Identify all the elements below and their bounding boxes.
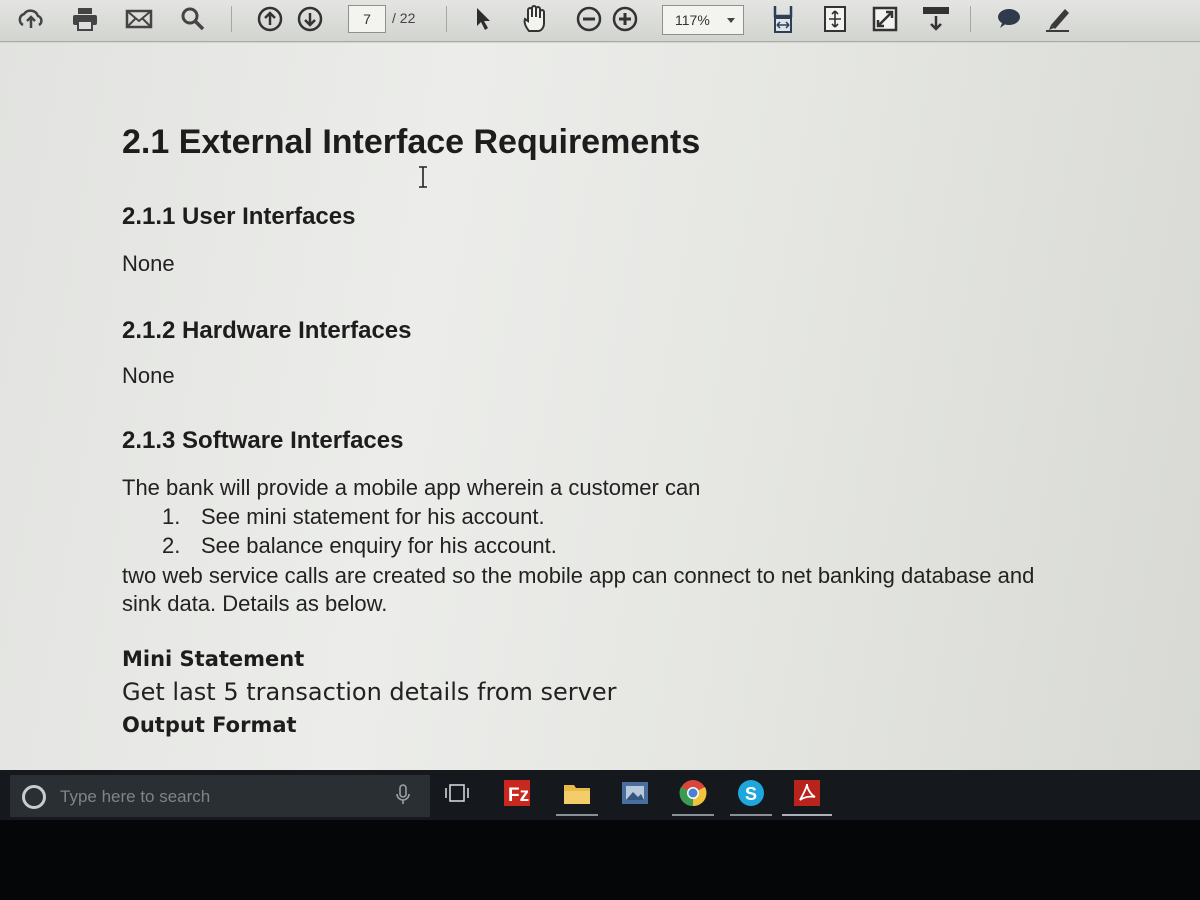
subsection-body-hardware-interfaces: None [122, 363, 175, 388]
output-format-title: Output Format [122, 713, 297, 737]
toolbar-separator [231, 6, 232, 32]
svg-text:S: S [745, 784, 757, 804]
active-app-indicator [730, 814, 772, 816]
cloud-upload-icon[interactable] [14, 4, 48, 34]
active-app-indicator [556, 814, 598, 816]
paragraph-line: sink data. Details as below. [122, 591, 388, 616]
section-heading: 2.1 External Interface Requirements [122, 123, 701, 161]
page-up-icon[interactable] [253, 4, 287, 34]
subsection-body-user-interfaces: None [122, 251, 175, 276]
fit-page-icon[interactable] [818, 4, 852, 34]
paragraph-line: two web service calls are created so the… [122, 563, 1035, 588]
zoom-value: 117% [675, 12, 710, 28]
fullscreen-icon[interactable] [868, 4, 902, 34]
subsection-title-software-interfaces: 2.1.3 Software Interfaces [122, 427, 404, 454]
select-arrow-icon[interactable] [466, 4, 500, 34]
document-page: 2.1 External Interface Requirements 2.1.… [0, 43, 1200, 770]
toolbar-separator [970, 6, 971, 32]
subsection-title-hardware-interfaces: 2.1.2 Hardware Interfaces [122, 317, 412, 344]
software-intro-text: The bank will provide a mobile app where… [122, 475, 701, 500]
search-placeholder: Type here to search [60, 787, 211, 806]
active-app-indicator [672, 814, 714, 816]
skype-icon[interactable]: S [736, 778, 766, 808]
active-app-indicator [782, 814, 832, 816]
print-icon[interactable] [68, 4, 102, 34]
page-total-label: / 22 [392, 10, 416, 26]
hand-icon[interactable] [518, 4, 552, 34]
taskbar-search-box[interactable]: Type here to search [10, 775, 430, 817]
text-cursor-icon [417, 166, 429, 193]
list-item-number: 2. [162, 533, 181, 558]
list-item-number: 1. [162, 504, 181, 529]
pdf-toolbar: 7 / 22 117% [0, 0, 1200, 42]
zoom-out-icon[interactable] [572, 4, 606, 34]
photos-icon[interactable] [620, 778, 650, 808]
acrobat-icon[interactable] [792, 778, 822, 808]
chrome-icon[interactable] [678, 778, 708, 808]
page-number-input[interactable]: 7 [348, 5, 386, 33]
mini-statement-body: Get last 5 transaction details from serv… [122, 678, 617, 706]
fit-width-icon[interactable] [766, 4, 800, 34]
page-number-value: 7 [363, 11, 371, 27]
sign-icon[interactable] [1040, 4, 1076, 34]
page-down-icon[interactable] [293, 4, 327, 34]
comment-icon[interactable] [990, 4, 1026, 34]
subsection-title-user-interfaces: 2.1.1 User Interfaces [122, 203, 356, 230]
cortana-icon [22, 785, 46, 809]
svg-text:Fz: Fz [508, 785, 529, 806]
list-item-text: See balance enquiry for his account. [201, 533, 557, 558]
mini-statement-title: Mini Statement [122, 647, 305, 671]
search-icon[interactable] [176, 4, 210, 34]
windows-taskbar: Type here to search Fz S [0, 770, 1200, 820]
task-view-icon[interactable] [442, 778, 472, 808]
filezilla-icon[interactable]: Fz [502, 778, 532, 808]
toolbar-separator [446, 6, 447, 32]
list-item-text: See mini statement for his account. [201, 504, 545, 529]
monitor-bezel [0, 820, 1200, 900]
chevron-down-icon [727, 18, 735, 23]
microphone-icon[interactable] [396, 784, 410, 811]
zoom-in-icon[interactable] [608, 4, 642, 34]
file-explorer-icon[interactable] [562, 778, 592, 808]
mail-icon[interactable] [122, 4, 156, 34]
read-mode-icon[interactable] [918, 4, 954, 34]
zoom-select[interactable]: 117% [662, 5, 744, 35]
